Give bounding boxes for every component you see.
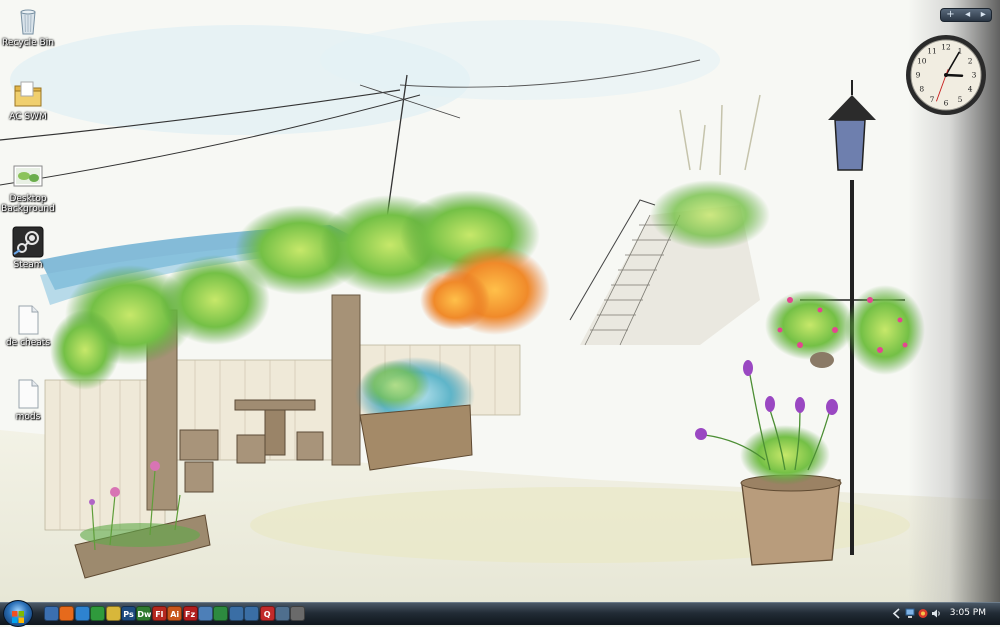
desktop-icon-label: Recycle Bin	[2, 38, 54, 48]
filezilla-icon[interactable]: Fz	[182, 606, 198, 621]
desktop-icon-ac-swm[interactable]: AC SWM	[0, 78, 56, 122]
show-desktop-icon[interactable]	[44, 606, 59, 621]
network-icon[interactable]	[244, 606, 260, 621]
recycle-bin-icon	[12, 4, 44, 36]
steam-icon	[12, 226, 44, 258]
media-icon[interactable]	[290, 606, 306, 621]
clock-numeral: 6	[944, 99, 949, 108]
text-file-icon	[12, 378, 44, 410]
clock-numeral: 11	[927, 46, 937, 55]
desktop-manager-icon[interactable]	[228, 606, 244, 621]
image-file-icon	[12, 160, 44, 192]
desktop-icon-desktop-background[interactable]: Desktop Background	[0, 160, 56, 214]
desktop-icon-label: Steam	[13, 260, 43, 270]
excel-icon[interactable]	[213, 606, 229, 621]
previous-gadget-page-button[interactable]: ◂	[965, 9, 970, 21]
sidebar-controls: + ◂ ▸	[940, 8, 992, 22]
monitor-icon[interactable]	[275, 606, 290, 621]
desktop-wallpaper	[0, 0, 1000, 602]
photoshop-icon[interactable]: Ps	[121, 606, 136, 621]
desktop-icon-mods[interactable]: mods	[0, 378, 56, 422]
add-gadget-button[interactable]: +	[946, 9, 954, 21]
desktop-icon-de-cheats[interactable]: de cheats	[0, 304, 56, 348]
clock-numeral: 2	[968, 57, 973, 66]
desktop-icon-label: mods	[15, 412, 41, 422]
volume-icon[interactable]	[931, 608, 941, 619]
clock-numeral: 8	[919, 85, 924, 94]
clock-numeral: 4	[968, 85, 973, 94]
clock-gadget[interactable]: 12 1 2 3 4 5 6 7 8 9 10 11	[904, 33, 988, 117]
security-tray-icon[interactable]	[918, 608, 928, 619]
clock-numeral: 3	[972, 71, 977, 80]
desktop-icon-steam[interactable]: Steam	[0, 226, 56, 270]
clock-numeral: 5	[958, 95, 963, 104]
clock-hour-hand	[944, 73, 964, 77]
media-player-icon[interactable]	[90, 606, 106, 621]
clock-numeral: 12	[941, 43, 951, 52]
firefox-icon[interactable]	[59, 606, 75, 621]
paint-icon[interactable]	[105, 606, 121, 621]
system-tray: 3:05 PM	[892, 603, 1000, 625]
clock-face: 12 1234567891011	[906, 35, 986, 115]
clock-numeral: 9	[916, 71, 921, 80]
show-hidden-icon[interactable]	[892, 608, 902, 619]
network-tray-icon[interactable]	[905, 608, 915, 619]
taskbar: Ps Dw Fl Ai Fz Q 3:05 PM	[0, 600, 1000, 627]
text-file-icon	[12, 304, 44, 336]
start-button[interactable]	[3, 600, 33, 627]
windows-logo-icon	[12, 608, 24, 623]
scripting-icon[interactable]	[198, 606, 213, 621]
desktop-icon-recycle-bin[interactable]: Recycle Bin	[0, 4, 56, 48]
clock-numeral: 7	[930, 95, 935, 104]
desktop-icon-label: Desktop Background	[1, 194, 55, 214]
next-gadget-page-button[interactable]: ▸	[981, 9, 986, 21]
illustrator-icon[interactable]: Ai	[167, 606, 183, 621]
desktop-icon-label: AC SWM	[9, 112, 47, 122]
flash-icon[interactable]: Fl	[151, 606, 167, 621]
quicktime-icon[interactable]: Q	[259, 606, 275, 621]
clock-numeral: 10	[917, 57, 927, 66]
folder-icon	[12, 78, 44, 110]
desktop-icon-label: de cheats	[5, 338, 51, 348]
internet-explorer-icon[interactable]	[74, 606, 90, 621]
tray-clock-time[interactable]: 3:05 PM	[950, 608, 986, 618]
dreamweaver-icon[interactable]: Dw	[136, 606, 151, 621]
